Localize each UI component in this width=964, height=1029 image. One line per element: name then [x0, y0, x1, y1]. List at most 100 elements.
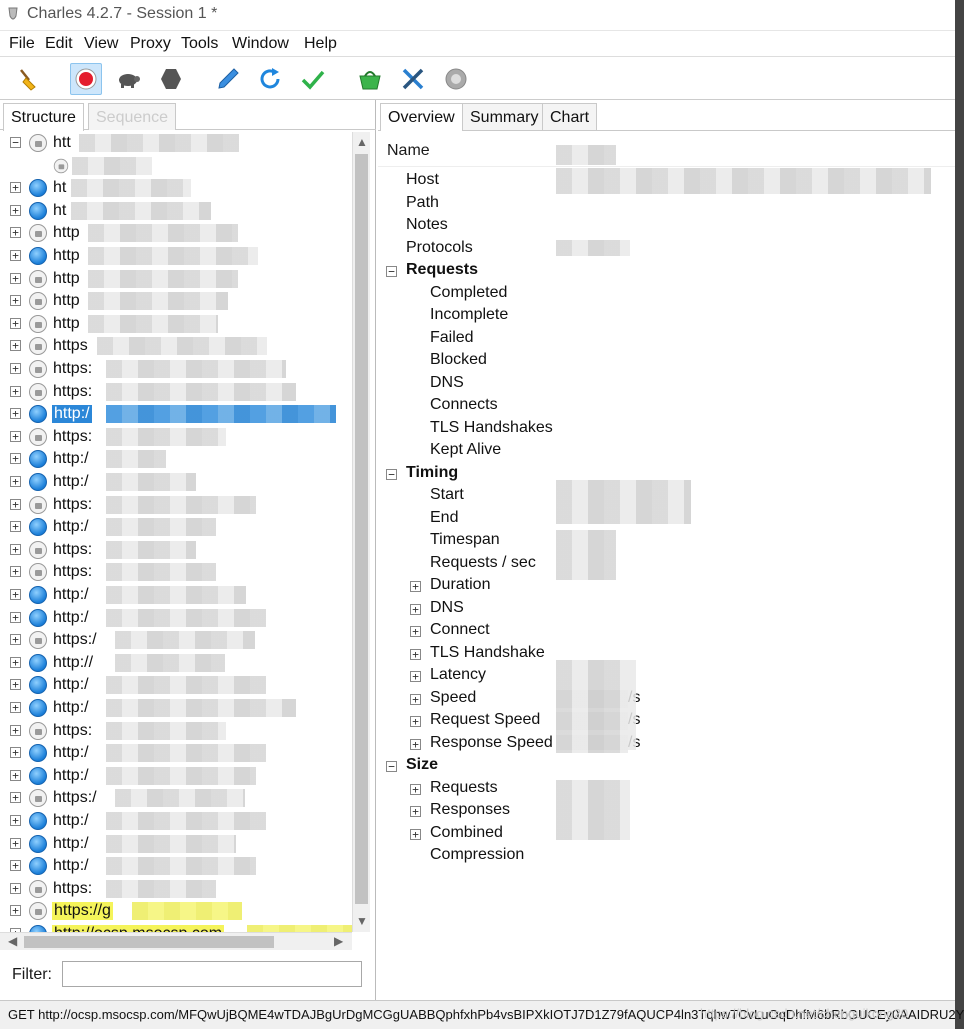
overview-row[interactable]: TLS Handshakes [378, 418, 955, 440]
overview-row[interactable]: Blocked [378, 350, 955, 372]
expand-icon[interactable]: + [410, 604, 421, 615]
tree-row[interactable]: + http:/ [0, 833, 352, 855]
tree-row[interactable]: + http:// [0, 652, 352, 674]
expand-icon[interactable]: + [10, 363, 21, 374]
refresh-icon[interactable] [254, 63, 286, 95]
tree-row[interactable]: + http:/ [0, 584, 352, 606]
tree-row[interactable]: + https [0, 335, 352, 357]
overview-row[interactable]: + Latency [378, 665, 955, 687]
expand-icon[interactable]: + [10, 860, 21, 871]
tree-row[interactable]: − htt [0, 132, 352, 154]
tree-row[interactable]: + http:/ [0, 742, 352, 764]
expand-icon[interactable]: + [10, 612, 21, 623]
tree-row[interactable]: + http:/ [0, 448, 352, 470]
menu-file[interactable]: File [9, 35, 35, 53]
tree-row[interactable]: + http:/ [0, 403, 352, 425]
tree-row[interactable]: + http:/ [0, 855, 352, 877]
scrollbar-thumb[interactable] [355, 154, 368, 904]
expand-icon[interactable]: + [10, 544, 21, 555]
overview-row[interactable]: + Requests [378, 778, 955, 800]
tree-row[interactable]: + http:/ [0, 471, 352, 493]
tree-row[interactable]: + http:/ [0, 516, 352, 538]
tree-row[interactable]: + https: [0, 561, 352, 583]
turtle-icon[interactable] [112, 63, 144, 95]
expand-icon[interactable]: + [10, 883, 21, 894]
expand-icon[interactable]: + [410, 806, 421, 817]
settings-gear-icon[interactable] [440, 63, 472, 95]
tree-row[interactable] [0, 155, 352, 177]
filter-input[interactable] [62, 961, 362, 987]
tree-row[interactable]: + http [0, 222, 352, 244]
stop-hexagon-icon[interactable] [155, 63, 187, 95]
overview-row[interactable]: +Speed/s [378, 688, 955, 710]
record-icon[interactable] [70, 63, 102, 95]
tree-row[interactable]: + http:/ [0, 697, 352, 719]
overview-row[interactable]: +Response Speed/s [378, 733, 955, 755]
scroll-up-icon[interactable]: ▲ [356, 135, 368, 149]
expand-icon[interactable]: + [10, 340, 21, 351]
tree-row[interactable]: + http [0, 268, 352, 290]
overview-row[interactable]: Timespan [378, 530, 955, 552]
tree-row[interactable]: + https: [0, 358, 352, 380]
expand-icon[interactable]: + [10, 702, 21, 713]
tree-row[interactable]: + http [0, 290, 352, 312]
expand-icon[interactable]: + [10, 250, 21, 261]
overview-row[interactable]: Compression [378, 845, 955, 867]
tree-horizontal-scrollbar[interactable]: ◀ ▶ [0, 932, 352, 950]
overview-row[interactable]: + TLS Handshake [378, 643, 955, 665]
hscrollbar-thumb[interactable] [24, 936, 274, 948]
tree-row[interactable]: + http:/ [0, 765, 352, 787]
collapse-icon[interactable]: − [386, 266, 397, 277]
tab-structure[interactable]: Structure [3, 103, 84, 131]
overview-row[interactable]: − Size [378, 755, 955, 777]
overview-row[interactable]: + Connect [378, 620, 955, 642]
name-column-header[interactable]: Name [378, 133, 955, 167]
scroll-down-icon[interactable]: ▼ [356, 914, 368, 928]
expand-icon[interactable]: + [10, 521, 21, 532]
expand-icon[interactable]: + [10, 227, 21, 238]
expand-icon[interactable]: + [10, 679, 21, 690]
overview-row[interactable]: Kept Alive [378, 440, 955, 462]
overview-row[interactable]: − Requests [378, 260, 955, 282]
menu-tools[interactable]: Tools [181, 35, 218, 53]
expand-icon[interactable]: + [10, 408, 21, 419]
tree-row[interactable]: + http:/ [0, 674, 352, 696]
overview-row[interactable]: Failed [378, 328, 955, 350]
tree-row[interactable]: + https: [0, 539, 352, 561]
expand-icon[interactable]: + [10, 182, 21, 193]
tree-vertical-scrollbar[interactable]: ▲ ▼ [352, 132, 370, 932]
expand-icon[interactable]: + [10, 589, 21, 600]
expand-icon[interactable]: + [10, 566, 21, 577]
overview-row[interactable]: + Responses [378, 800, 955, 822]
tree-row[interactable]: + https: [0, 720, 352, 742]
expand-icon[interactable]: + [410, 829, 421, 840]
expand-icon[interactable]: + [10, 634, 21, 645]
menu-help[interactable]: Help [304, 35, 337, 53]
expand-icon[interactable]: + [10, 725, 21, 736]
overview-row[interactable]: Requests / sec [378, 553, 955, 575]
tree-row[interactable]: + https:/ [0, 787, 352, 809]
expand-icon[interactable]: + [10, 386, 21, 397]
expand-icon[interactable]: + [10, 792, 21, 803]
tree-row[interactable]: + http:/ [0, 810, 352, 832]
expand-icon[interactable]: + [10, 815, 21, 826]
collapse-icon[interactable]: − [386, 469, 397, 480]
tree-row[interactable]: +http://ocsp.msocsp.com [0, 923, 352, 932]
expand-icon[interactable]: + [410, 784, 421, 795]
expand-icon[interactable]: + [410, 716, 421, 727]
expand-icon[interactable]: + [10, 453, 21, 464]
menu-edit[interactable]: Edit [45, 35, 73, 53]
expand-icon[interactable]: + [10, 657, 21, 668]
tab-summary[interactable]: Summary [462, 103, 547, 130]
expand-icon[interactable]: + [10, 205, 21, 216]
expand-icon[interactable]: + [10, 499, 21, 510]
expand-icon[interactable]: + [10, 905, 21, 916]
menu-view[interactable]: View [84, 35, 118, 53]
expand-icon[interactable]: + [10, 273, 21, 284]
collapse-icon[interactable]: − [10, 137, 21, 148]
overview-row[interactable]: Incomplete [378, 305, 955, 327]
collapse-icon[interactable]: − [386, 761, 397, 772]
expand-icon[interactable]: + [10, 838, 21, 849]
expand-icon[interactable]: + [10, 431, 21, 442]
tab-sequence[interactable]: Sequence [88, 103, 177, 130]
